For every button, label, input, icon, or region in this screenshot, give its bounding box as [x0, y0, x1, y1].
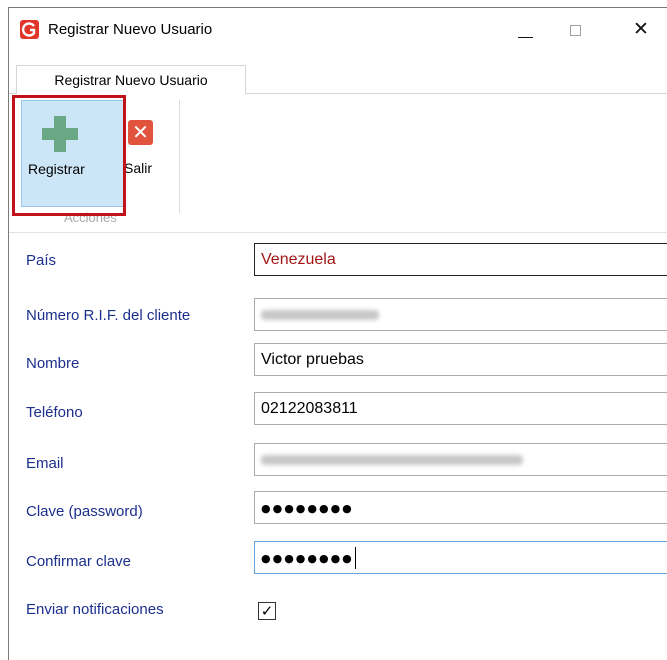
text-caret	[354, 546, 356, 569]
form-row-notificaciones: Enviar notificaciones ✓	[9, 593, 667, 628]
minimize-button[interactable]	[506, 8, 552, 51]
form-row-confirmar: Confirmar clave ●●●●●●●●	[9, 541, 667, 576]
notificaciones-checkbox[interactable]: ✓	[258, 602, 276, 620]
maximize-button[interactable]	[553, 8, 599, 51]
ribbon-group-separator	[179, 100, 180, 213]
ribbon-panel: Registrar ✕ Salir Acciones	[9, 94, 667, 233]
redacted-rif	[261, 310, 379, 320]
form-row-pais: País Venezuela	[9, 243, 667, 278]
form-row-rif: Número R.I.F. del cliente	[9, 298, 667, 333]
nombre-field[interactable]: Victor pruebas	[254, 343, 667, 376]
email-label: Email	[26, 455, 64, 472]
checkmark-icon: ✓	[260, 602, 274, 620]
highlight-annotation	[12, 95, 126, 216]
exit-icon: ✕	[128, 120, 153, 145]
form-row-nombre: Nombre Victor pruebas	[9, 343, 667, 378]
register-user-window: Registrar Nuevo Usuario ✕ Registrar Nuev…	[8, 7, 667, 660]
rif-label: Número R.I.F. del cliente	[26, 307, 191, 324]
telefono-label: Teléfono	[26, 404, 83, 421]
form-row-clave: Clave (password) ●●●●●●●●	[9, 491, 667, 526]
salir-label: Salir	[124, 160, 153, 176]
app-logo-icon	[20, 20, 39, 39]
form-row-email: Email	[9, 443, 667, 478]
tab-registrar-nuevo-usuario[interactable]: Registrar Nuevo Usuario	[16, 65, 246, 95]
email-field[interactable]	[254, 443, 667, 476]
close-button[interactable]: ✕	[622, 8, 667, 51]
pais-field[interactable]: Venezuela	[254, 243, 667, 276]
clave-label: Clave (password)	[26, 503, 143, 520]
salir-button[interactable]: ✕ Salir	[121, 100, 171, 207]
clave-field[interactable]: ●●●●●●●●	[254, 491, 667, 524]
confirmar-label: Confirmar clave	[26, 553, 132, 570]
redacted-email	[261, 455, 523, 465]
nombre-label: Nombre	[26, 355, 80, 372]
clave-masked-value: ●●●●●●●●	[261, 502, 354, 515]
window-title: Registrar Nuevo Usuario	[48, 21, 213, 38]
registration-form: País Venezuela Número R.I.F. del cliente…	[9, 234, 667, 660]
confirmar-masked-value: ●●●●●●●●	[261, 552, 354, 565]
title-bar: Registrar Nuevo Usuario ✕	[9, 8, 667, 51]
telefono-field[interactable]: 02122083811	[254, 392, 667, 425]
form-row-telefono: Teléfono 02122083811	[9, 392, 667, 427]
maximize-icon	[570, 25, 581, 36]
ribbon-tab-strip: Registrar Nuevo Usuario	[9, 51, 667, 95]
close-icon: ✕	[633, 18, 649, 40]
pais-label: País	[26, 252, 57, 269]
minimize-icon	[518, 37, 533, 38]
notificaciones-label: Enviar notificaciones	[26, 601, 164, 618]
rif-field[interactable]	[254, 298, 667, 331]
confirmar-field[interactable]: ●●●●●●●●	[254, 541, 667, 574]
